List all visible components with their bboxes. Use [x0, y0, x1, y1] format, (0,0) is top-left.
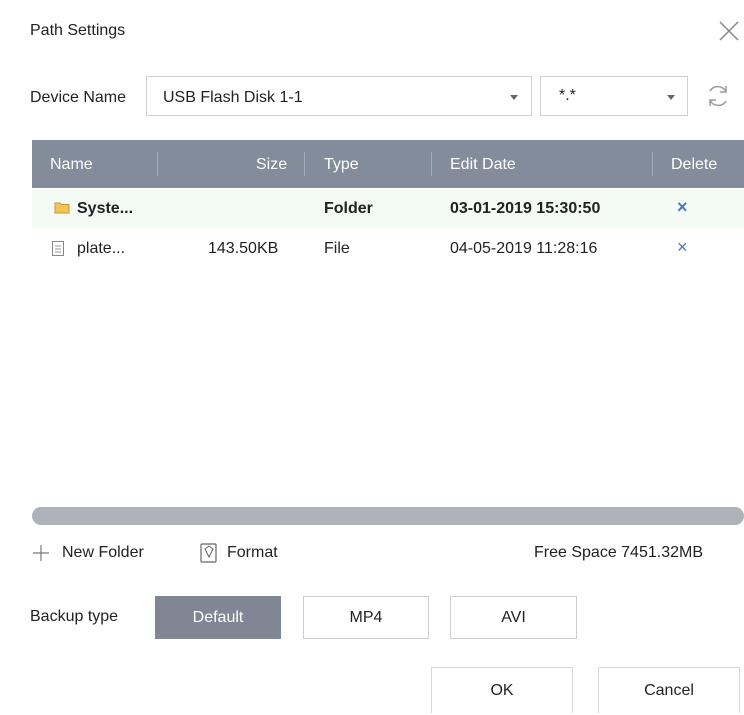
column-header-edit-date[interactable]: Edit Date: [450, 156, 516, 174]
row-size: 143.50KB: [208, 240, 279, 257]
row-type: Folder: [324, 200, 373, 217]
format-icon: [200, 543, 217, 563]
column-divider: [431, 152, 432, 176]
backup-type-default-button[interactable]: Default: [155, 596, 281, 639]
chevron-down-icon: [510, 95, 518, 100]
column-header-delete: Delete: [671, 156, 718, 173]
free-space-text: Free Space 7451.32MB: [534, 544, 703, 561]
row-edit-date: 03-01-2019 15:30:50: [450, 200, 601, 217]
file-filter-value: *.*: [559, 87, 576, 104]
table-row[interactable]: plate... 143.50KB File 04-05-2019 11:28:…: [32, 229, 744, 269]
refresh-icon[interactable]: [704, 82, 732, 110]
file-icon: [52, 241, 64, 261]
backup-type-mp4-button[interactable]: MP4: [303, 596, 429, 639]
format-label: Format: [227, 544, 278, 561]
row-type: File: [324, 240, 350, 257]
backup-type-label: Backup type: [30, 608, 119, 625]
device-name-label: Device Name: [30, 89, 127, 106]
ok-button[interactable]: OK: [431, 667, 573, 713]
column-divider: [652, 152, 653, 176]
table-row[interactable]: Syste... Folder 03-01-2019 15:30:50 ×: [32, 189, 744, 229]
device-name-select[interactable]: USB Flash Disk 1-1: [146, 76, 532, 116]
cancel-button[interactable]: Cancel: [598, 667, 740, 713]
new-folder-button[interactable]: New Folder: [30, 542, 180, 564]
folder-icon: [54, 201, 70, 219]
column-divider: [304, 152, 305, 176]
device-name-value: USB Flash Disk 1-1: [163, 89, 303, 106]
horizontal-scrollbar[interactable]: [32, 507, 744, 525]
file-filter-select[interactable]: *.*: [540, 76, 688, 116]
plus-icon: [33, 545, 49, 561]
table-header: Name Size Type Edit Date Delete: [32, 140, 744, 188]
row-name: plate...: [77, 240, 126, 257]
chevron-down-icon: [667, 95, 675, 100]
backup-type-avi-button[interactable]: AVI: [450, 596, 577, 639]
path-settings-dialog: Path Settings Device Name USB Flash Disk…: [0, 0, 744, 715]
format-button[interactable]: Format: [200, 542, 300, 564]
dialog-title: Path Settings: [30, 22, 126, 39]
close-icon[interactable]: [716, 18, 742, 44]
column-header-type[interactable]: Type: [324, 156, 359, 174]
row-edit-date: 04-05-2019 11:28:16: [450, 240, 598, 257]
delete-icon[interactable]: ×: [677, 197, 688, 218]
file-table: Name Size Type Edit Date Delete Syste...…: [32, 140, 744, 510]
delete-icon[interactable]: ×: [677, 237, 688, 258]
column-header-size[interactable]: Size: [256, 156, 287, 174]
row-name: Syste...: [77, 200, 134, 217]
new-folder-label: New Folder: [62, 544, 144, 561]
column-header-name[interactable]: Name: [50, 156, 93, 174]
column-divider: [157, 152, 158, 176]
